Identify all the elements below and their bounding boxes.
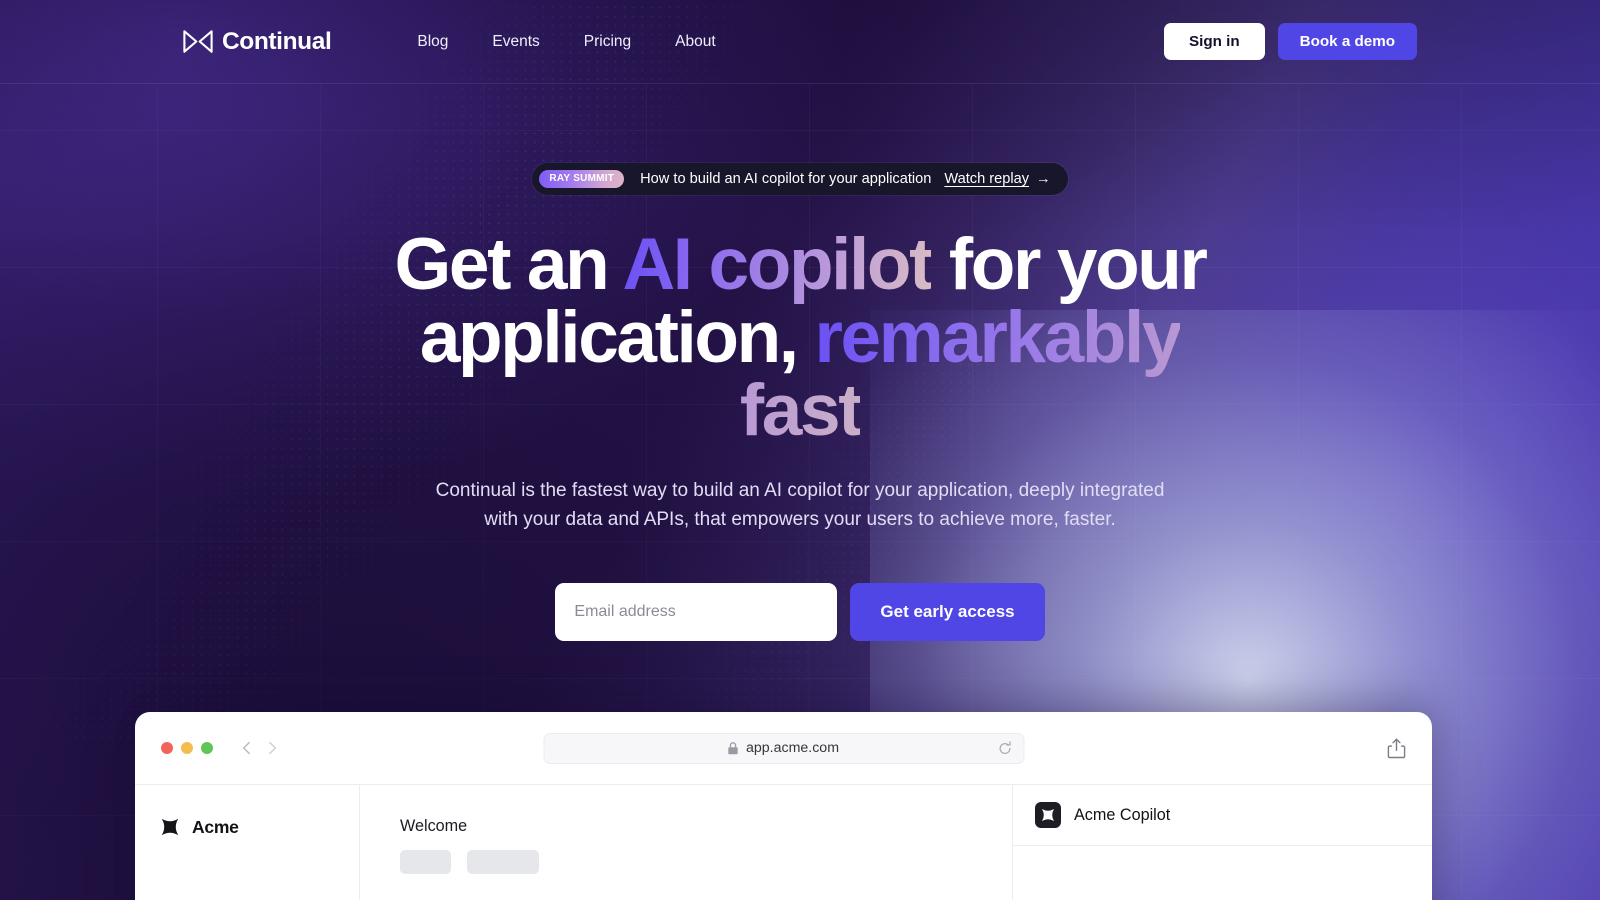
brand-name: Continual <box>222 27 332 55</box>
copilot-avatar <box>1035 802 1061 828</box>
announcement-text: How to build an AI copilot for your appl… <box>640 171 932 187</box>
nav-item-blog[interactable]: Blog <box>395 25 470 59</box>
window-traffic-lights <box>161 742 213 754</box>
hero-subheadline: Continual is the fastest way to build an… <box>435 480 1165 530</box>
acme-star-icon <box>1042 809 1054 821</box>
headline-part-1: Get an <box>394 224 623 305</box>
maximize-window-icon[interactable] <box>201 742 213 754</box>
browser-mockup: app.acme.com Acme Welcome Acme Copilot <box>135 712 1432 900</box>
copilot-header: Acme Copilot <box>1013 785 1432 846</box>
early-access-form: Get early access <box>555 582 1045 641</box>
url-text: app.acme.com <box>745 740 840 756</box>
share-icon[interactable] <box>1387 738 1406 759</box>
app-sidebar: Acme <box>135 785 360 900</box>
header-actions: Sign in Book a demo <box>1164 23 1417 60</box>
nav-item-events[interactable]: Events <box>470 25 561 59</box>
skeleton-block <box>467 850 539 874</box>
copilot-title: Acme Copilot <box>1074 805 1171 824</box>
app-welcome-text: Welcome <box>400 817 468 835</box>
app-brand-name: Acme <box>192 816 239 837</box>
reload-icon[interactable] <box>997 740 1012 756</box>
site-header: Continual Blog Events Pricing About Sign… <box>0 0 1600 84</box>
email-input[interactable] <box>555 582 838 641</box>
sign-in-button[interactable]: Sign in <box>1164 23 1265 60</box>
browser-nav-arrows <box>239 740 280 756</box>
lock-icon <box>728 741 739 754</box>
announcement-badge: RAY SUMMIT <box>539 170 625 188</box>
nav-item-about[interactable]: About <box>653 25 738 59</box>
browser-chrome: app.acme.com <box>135 712 1432 785</box>
chevron-left-icon[interactable] <box>239 740 255 756</box>
hero-section: RAY SUMMIT How to build an AI copilot fo… <box>0 84 1600 641</box>
book-demo-button[interactable]: Book a demo <box>1277 23 1417 60</box>
close-window-icon[interactable] <box>161 742 173 754</box>
app-skeleton-row <box>400 850 1012 874</box>
minimize-window-icon[interactable] <box>181 742 193 754</box>
browser-url-bar[interactable]: app.acme.com <box>543 732 1024 764</box>
app-copilot-panel: Acme Copilot <box>1012 785 1432 900</box>
chevron-right-icon[interactable] <box>264 740 280 756</box>
announcement-banner[interactable]: RAY SUMMIT How to build an AI copilot fo… <box>532 163 1068 195</box>
skeleton-block <box>400 850 451 874</box>
watch-replay-link[interactable]: Watch replay <box>944 171 1029 187</box>
bowtie-logo-icon <box>183 30 213 53</box>
hero-headline: Get an AI copilot for your application, … <box>360 228 1240 447</box>
get-early-access-button[interactable]: Get early access <box>850 582 1045 641</box>
app-brand[interactable]: Acme <box>159 816 359 838</box>
acme-star-icon <box>161 818 179 836</box>
nav-item-pricing[interactable]: Pricing <box>562 25 653 59</box>
app-main-content: Welcome <box>360 785 1012 900</box>
headline-highlight-1: AI copilot <box>622 224 933 305</box>
arrow-right-icon: → <box>1036 171 1051 187</box>
main-nav: Blog Events Pricing About <box>395 25 737 59</box>
brand-logo[interactable]: Continual <box>183 27 332 56</box>
browser-viewport: Acme Welcome Acme Copilot <box>135 785 1432 900</box>
